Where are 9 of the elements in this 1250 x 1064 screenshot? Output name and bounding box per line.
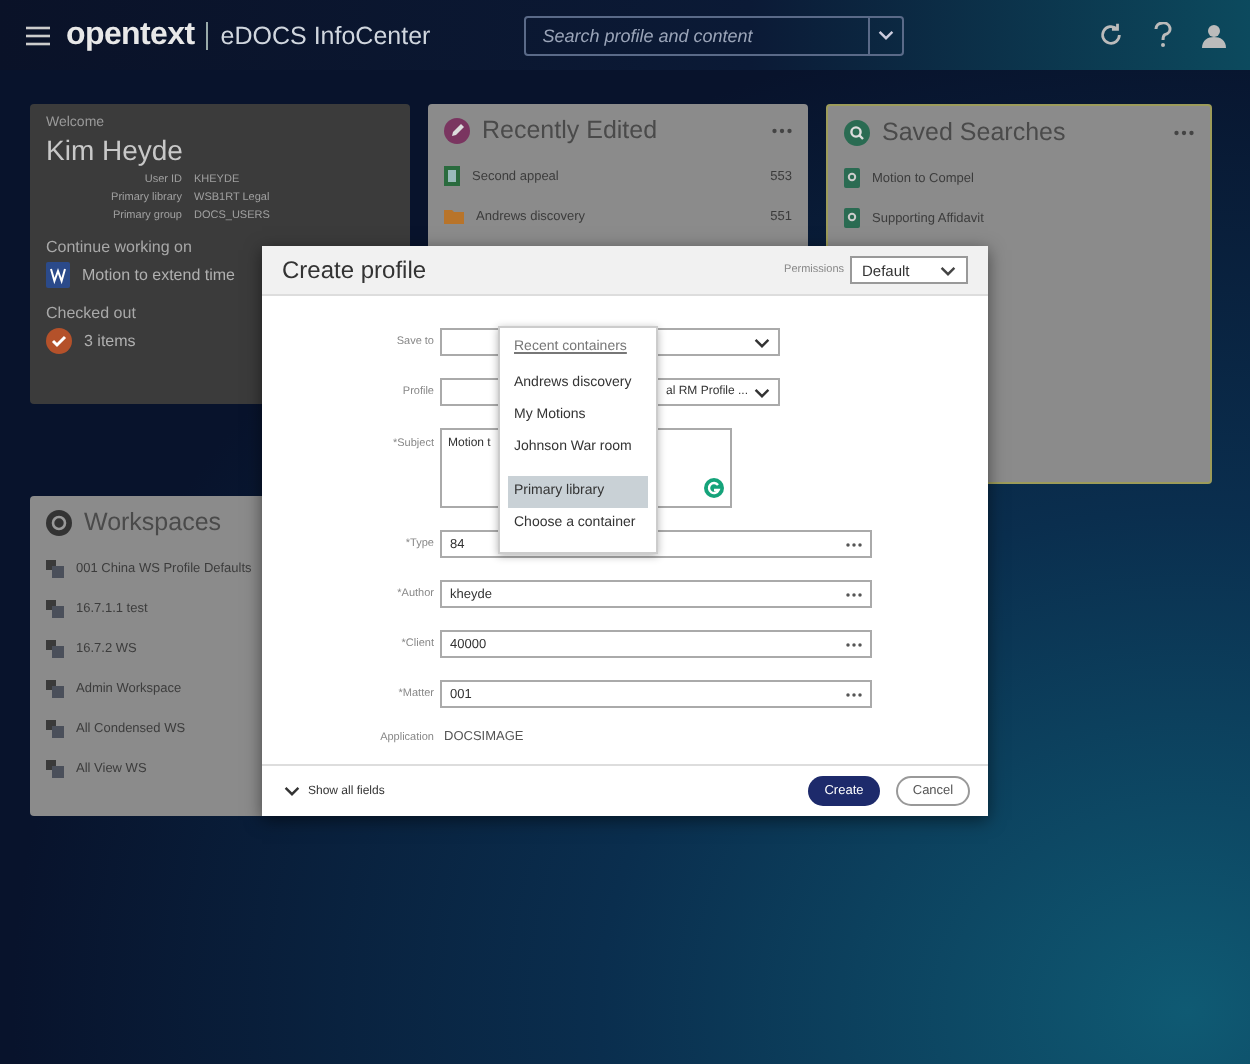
section-title: Continue working on — [46, 238, 194, 256]
card-title: Workspaces — [84, 508, 222, 536]
card-title: Recently Edited — [482, 116, 658, 144]
brand-logo: opentext — [66, 17, 195, 53]
section-title: Checked out — [46, 304, 138, 322]
dialog-title: Create profile — [282, 256, 427, 284]
product-name: eDOCS InfoCenter — [220, 21, 431, 49]
card-title: Saved Searches — [882, 118, 1066, 146]
user-name: Kim Heyde — [46, 134, 185, 166]
